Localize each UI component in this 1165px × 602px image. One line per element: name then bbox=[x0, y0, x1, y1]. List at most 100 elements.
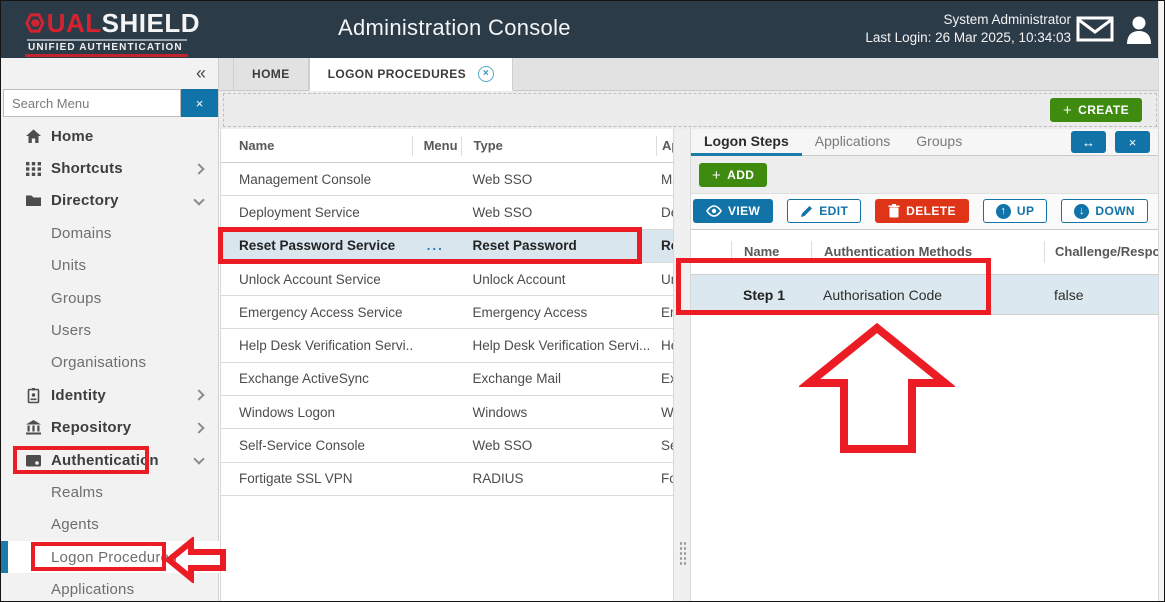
table-header: Name Menu Type App bbox=[221, 129, 673, 163]
sidebar-item-logon-procedures[interactable]: Logon Procedures bbox=[1, 541, 219, 573]
radio-column-header bbox=[691, 241, 731, 263]
user-name: System Administrator bbox=[865, 11, 1071, 29]
sidebar-item-agents[interactable]: Agents bbox=[1, 509, 219, 541]
search-input[interactable] bbox=[3, 89, 181, 117]
sidebar-item-realms[interactable]: Realms bbox=[1, 476, 219, 508]
sidebar-item-domains[interactable]: Domains bbox=[1, 217, 219, 249]
page-title: Administration Console bbox=[338, 15, 571, 41]
close-panel-button[interactable]: × bbox=[1115, 131, 1150, 153]
column-header-name[interactable]: Name bbox=[221, 136, 412, 156]
edit-button[interactable]: EDIT bbox=[787, 199, 861, 223]
sidebar-item-applications[interactable]: Applications bbox=[1, 573, 219, 602]
view-button[interactable]: VIEW bbox=[693, 199, 773, 223]
arrow-down-circle-icon: ↓ bbox=[1074, 204, 1089, 219]
panel-tab-bar: Logon Steps Applications Groups ↔ × bbox=[691, 129, 1160, 156]
sidebar-item-repository[interactable]: Repository bbox=[1, 412, 219, 444]
chevron-right-icon bbox=[193, 390, 204, 401]
last-login: Last Login: 26 Mar 2025, 10:34:03 bbox=[865, 29, 1071, 47]
column-header-menu[interactable]: Menu bbox=[412, 136, 462, 156]
clear-x-icon: × bbox=[196, 96, 204, 111]
table-row[interactable]: Self-Service ConsoleWeb SSOSelf bbox=[221, 429, 673, 462]
panel-tab-applications[interactable]: Applications bbox=[802, 129, 904, 156]
sidebar-item-identity[interactable]: Identity bbox=[1, 379, 219, 411]
grid-icon bbox=[25, 160, 42, 177]
arrow-up-circle-icon: ↑ bbox=[996, 204, 1011, 219]
logon-step-row[interactable]: Step 1 Authorisation Code false bbox=[691, 275, 1160, 315]
resize-horizontal-icon: ↔ bbox=[1082, 135, 1095, 150]
close-tab-icon[interactable]: × bbox=[478, 66, 494, 82]
mail-icon[interactable] bbox=[1076, 15, 1114, 43]
dualshield-logo: UALSHIELD UNIFIED AUTHENTICATION bbox=[25, 8, 200, 52]
logo-divider bbox=[27, 39, 187, 41]
sidebar-item-label: Home bbox=[51, 128, 93, 145]
table-row[interactable]: Fortigate SSL VPNRADIUSFort bbox=[221, 463, 673, 496]
row-menu-dots-icon[interactable]: ... bbox=[412, 238, 462, 253]
chevron-right-icon bbox=[193, 422, 204, 433]
administration-console-window: UALSHIELD UNIFIED AUTHENTICATION Adminis… bbox=[0, 0, 1165, 602]
column-header-type[interactable]: Type bbox=[461, 136, 656, 156]
logo-text-red: UAL bbox=[47, 8, 102, 38]
chevron-right-icon bbox=[193, 163, 204, 174]
sidebar-item-users[interactable]: Users bbox=[1, 314, 219, 346]
sidebar-item-shortcuts[interactable]: Shortcuts bbox=[1, 152, 219, 184]
delete-button[interactable]: DELETE bbox=[875, 199, 969, 223]
table-row[interactable]: Exchange ActiveSyncExchange MailExcl bbox=[221, 363, 673, 396]
chevron-down-icon bbox=[193, 194, 204, 205]
sidebar-collapse-icon[interactable]: « bbox=[196, 63, 206, 84]
table-row[interactable]: Deployment ServiceWeb SSODep bbox=[221, 196, 673, 229]
logon-procedures-table: Name Menu Type App Management ConsoleWeb… bbox=[220, 129, 673, 602]
user-info: System Administrator Last Login: 26 Mar … bbox=[865, 11, 1071, 47]
panel-splitter[interactable] bbox=[673, 129, 691, 602]
table-row[interactable]: Windows LogonWindowsWin bbox=[221, 396, 673, 429]
table-row[interactable]: Unlock Account ServiceUnlock AccountUnl bbox=[221, 263, 673, 296]
sidebar-item-label: Directory bbox=[51, 192, 119, 209]
table-row-selected-reset-password[interactable]: Reset Password Service...Reset PasswordR… bbox=[221, 230, 673, 263]
logo-underline bbox=[25, 54, 188, 57]
sidebar-item-units[interactable]: Units bbox=[1, 250, 219, 282]
expand-panel-button[interactable]: ↔ bbox=[1071, 131, 1106, 153]
drag-grip-icon bbox=[679, 541, 687, 565]
tab-home[interactable]: HOME bbox=[233, 58, 309, 90]
column-header-step-name[interactable]: Name bbox=[731, 241, 811, 263]
id-badge-icon bbox=[25, 387, 42, 404]
app-header: UALSHIELD UNIFIED AUTHENTICATION Adminis… bbox=[1, 1, 1165, 58]
sidebar-item-directory[interactable]: Directory bbox=[1, 185, 219, 217]
bank-icon bbox=[25, 419, 42, 436]
search-clear-button[interactable]: × bbox=[181, 89, 218, 117]
panel-table-header: Name Authentication Methods Challenge/Re… bbox=[691, 230, 1160, 275]
sidebar-item-organisations[interactable]: Organisations bbox=[1, 347, 219, 379]
folder-icon bbox=[25, 192, 42, 209]
close-icon: × bbox=[1129, 135, 1137, 150]
panel-tab-groups[interactable]: Groups bbox=[903, 129, 975, 156]
plus-icon: + bbox=[712, 167, 721, 184]
home-icon bbox=[25, 128, 42, 145]
logo-tagline: UNIFIED AUTHENTICATION bbox=[25, 42, 200, 53]
wallet-icon bbox=[25, 452, 42, 469]
column-header-app[interactable]: App bbox=[656, 136, 673, 156]
logo-text-white: SHIELD bbox=[102, 8, 200, 38]
eye-icon bbox=[706, 205, 722, 217]
table-row[interactable]: Management ConsoleWeb SSOMan bbox=[221, 163, 673, 196]
table-row[interactable]: Emergency Access ServiceEmergency Access… bbox=[221, 296, 673, 329]
create-button[interactable]: + CREATE bbox=[1050, 98, 1142, 122]
table-row[interactable]: Help Desk Verification Servi...Help Desk… bbox=[221, 329, 673, 362]
sidebar-item-home[interactable]: Home bbox=[1, 120, 219, 152]
add-button[interactable]: + ADD bbox=[699, 163, 767, 187]
command-bar: + CREATE bbox=[219, 91, 1160, 129]
sidebar-item-label: Authentication bbox=[51, 452, 159, 469]
tab-logon-procedures[interactable]: LOGON PROCEDURES × bbox=[309, 58, 513, 91]
content-tab-bar: HOME LOGON PROCEDURES × bbox=[219, 58, 1160, 91]
up-button[interactable]: ↑ UP bbox=[983, 199, 1047, 223]
window-scrollbar-track[interactable] bbox=[1158, 1, 1164, 602]
sidebar-item-label: Identity bbox=[51, 387, 106, 404]
column-header-challenge-response[interactable]: Challenge/Response bbox=[1044, 241, 1154, 263]
user-profile-icon[interactable] bbox=[1124, 14, 1154, 44]
down-button[interactable]: ↓ DOWN bbox=[1061, 199, 1148, 223]
chevron-down-icon bbox=[193, 453, 204, 464]
pencil-icon bbox=[800, 205, 813, 218]
sidebar-item-authentication[interactable]: Authentication bbox=[1, 444, 219, 476]
column-header-auth-methods[interactable]: Authentication Methods bbox=[811, 241, 1044, 263]
sidebar: « × Home bbox=[1, 58, 219, 602]
panel-tab-logon-steps[interactable]: Logon Steps bbox=[691, 129, 802, 156]
sidebar-item-groups[interactable]: Groups bbox=[1, 282, 219, 314]
